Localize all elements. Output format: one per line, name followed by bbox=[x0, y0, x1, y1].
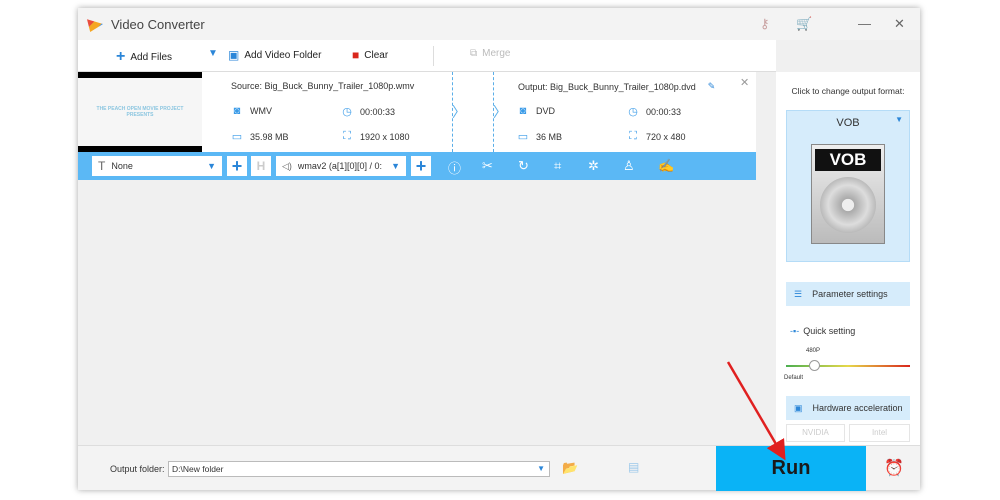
red-arrow-annotation bbox=[726, 361, 786, 461]
